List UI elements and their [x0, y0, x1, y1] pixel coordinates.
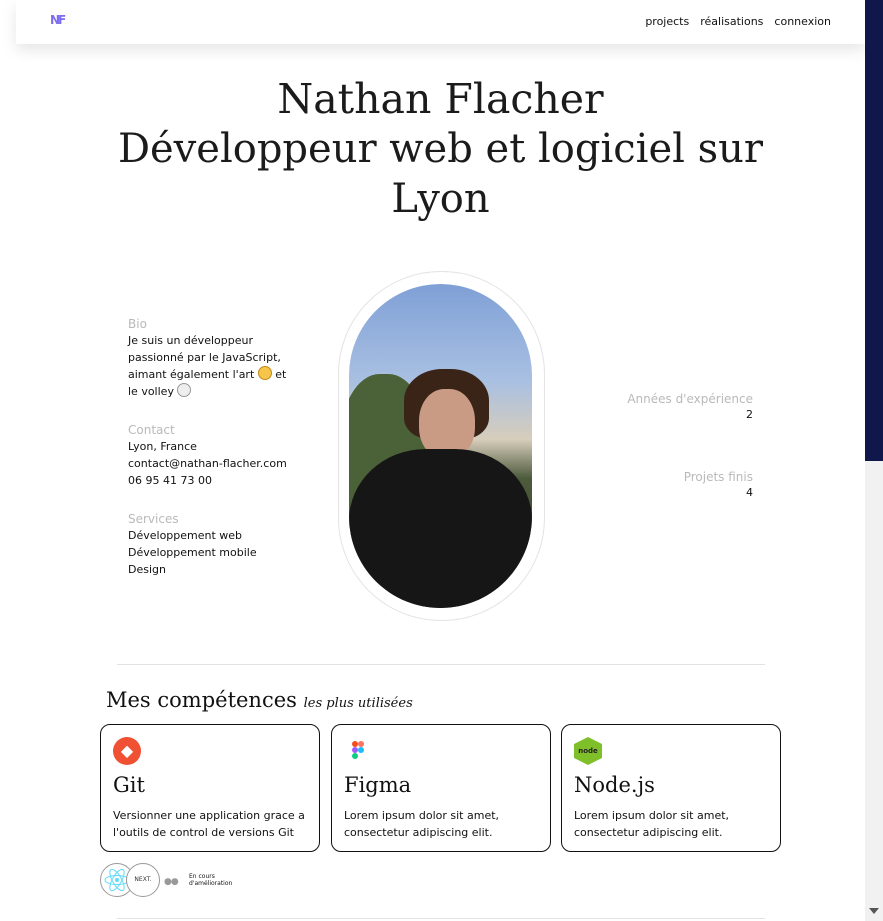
- logo[interactable]: NF: [50, 13, 66, 27]
- figma-icon: [352, 741, 364, 759]
- stat-value: 2: [746, 408, 753, 421]
- services-label: Services: [128, 512, 179, 526]
- bio-line: le volley: [128, 383, 286, 400]
- bio-block: Bio Je suis un développeur passionné par…: [128, 316, 286, 400]
- git-icon: ◆: [113, 737, 141, 765]
- divider: [117, 918, 765, 919]
- hero-line-2: Développeur web et logiciel sur: [117, 126, 764, 172]
- skills-subtitle: les plus utilisées: [303, 696, 413, 711]
- service-item: Design: [128, 563, 166, 576]
- wip-dots: ●●: [164, 877, 179, 887]
- hero-line-3: Lyon: [391, 176, 490, 222]
- skill-card-figma[interactable]: Figma Lorem ipsum dolor sit amet, consec…: [331, 724, 551, 852]
- skill-card-node[interactable]: node Node.js Lorem ipsum dolor sit amet,…: [561, 724, 781, 852]
- scrollbar-thumb[interactable]: [865, 0, 883, 461]
- nav-projects[interactable]: projects: [645, 15, 689, 28]
- services-block: Services Développement web Développement…: [128, 511, 257, 578]
- service-item: Développement web: [128, 529, 243, 542]
- stat-label: Années d'expérience: [627, 392, 753, 406]
- skill-desc: Lorem ipsum dolor sit amet, consectetur …: [344, 809, 500, 839]
- nav: projects réalisations connexion: [645, 15, 831, 28]
- skill-card-git[interactable]: ◆ Git Versionner une application grace a…: [100, 724, 320, 852]
- service-item: Développement mobile: [128, 546, 257, 559]
- portrait-photo: [349, 284, 532, 608]
- bio-line: Je suis un développeur: [128, 334, 253, 347]
- contact-block: Contact Lyon, France contact@nathan-flac…: [128, 422, 287, 489]
- wip-label: En cours d'amélioration: [189, 873, 233, 887]
- scroll-down-arrow-icon[interactable]: [869, 908, 879, 914]
- nav-realisations[interactable]: réalisations: [700, 15, 763, 28]
- nav-connexion[interactable]: connexion: [774, 15, 831, 28]
- scrollbar[interactable]: [865, 0, 883, 921]
- bio-line: passionné par le JavaScript,: [128, 351, 281, 364]
- stat-value: 4: [746, 486, 753, 499]
- skill-name: Git: [113, 773, 145, 797]
- skill-name: Figma: [344, 773, 412, 797]
- photo-shirt: [349, 449, 532, 608]
- skill-desc: Lorem ipsum dolor sit amet, consectetur …: [574, 809, 730, 839]
- hero-line-1: Nathan Flacher: [277, 75, 604, 123]
- art-emoji-icon: [257, 366, 272, 380]
- skills-title: Mes compétences les plus utilisées: [106, 688, 413, 712]
- contact-city: Lyon, France: [128, 440, 197, 453]
- page: NF projects réalisations connexion Natha…: [16, 0, 865, 921]
- header: NF projects réalisations connexion: [16, 0, 865, 44]
- stat-experience: Années d'expérience 2: [627, 391, 753, 423]
- skill-name: Node.js: [574, 773, 655, 797]
- contact-label: Contact: [128, 423, 175, 437]
- nextjs-icon[interactable]: NEXT.: [126, 863, 160, 897]
- volleyball-emoji-icon: [177, 383, 192, 397]
- bio-line: aimant également l'art et: [128, 366, 287, 381]
- stat-label: Projets finis: [683, 470, 753, 484]
- contact-phone[interactable]: 06 95 41 73 00: [128, 472, 287, 489]
- nodejs-icon: node: [574, 737, 602, 765]
- divider: [117, 664, 765, 665]
- bio-label: Bio: [128, 317, 147, 331]
- hero-title: Nathan Flacher Développeur web et logici…: [16, 74, 865, 224]
- contact-email[interactable]: contact@nathan-flacher.com: [128, 455, 287, 472]
- skill-desc: Versionner une application grace a l'out…: [113, 809, 305, 839]
- stat-projects: Projets finis 4: [684, 469, 753, 501]
